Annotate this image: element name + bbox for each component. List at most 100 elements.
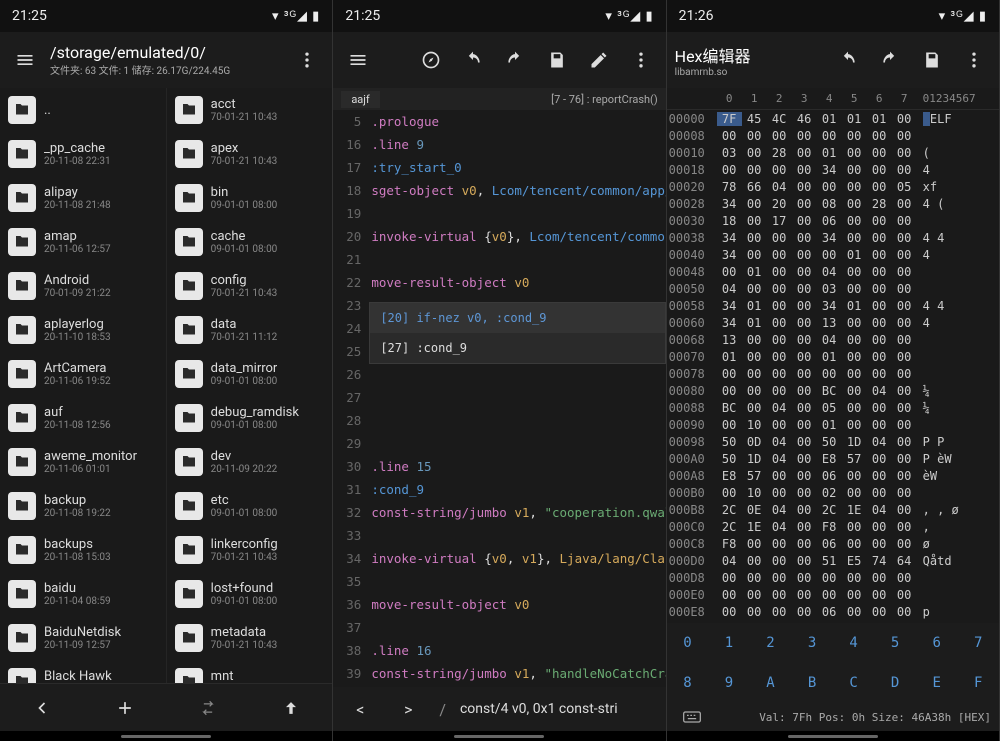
file-row[interactable]: data70-01-21 11:12 — [167, 308, 333, 352]
hex-cell[interactable]: BC — [817, 384, 842, 398]
hex-key[interactable]: 0 — [667, 623, 709, 663]
hex-cell[interactable]: 00 — [792, 248, 817, 262]
hex-cell[interactable]: 06 — [817, 605, 842, 619]
hex-cell[interactable]: 00 — [717, 571, 742, 585]
hex-cell[interactable]: 00 — [842, 282, 867, 296]
hex-key[interactable]: 7 — [957, 623, 999, 663]
hex-grid[interactable]: 000007F454C4601010100 ELF000080000000000… — [667, 110, 999, 623]
hex-cell[interactable]: 20 — [767, 197, 792, 211]
edit-icon[interactable] — [582, 43, 616, 77]
hex-cell[interactable]: 34 — [717, 248, 742, 262]
hex-cell[interactable]: E8 — [817, 452, 842, 466]
hex-row[interactable]: 000500400000003000000 — [667, 280, 999, 297]
hex-cell[interactable]: 00 — [842, 265, 867, 279]
hex-cell[interactable]: 00 — [867, 214, 892, 228]
hex-cell[interactable]: 18 — [717, 214, 742, 228]
hex-cell[interactable]: 34 — [717, 231, 742, 245]
file-row[interactable]: apex70-01-21 10:43 — [167, 132, 333, 176]
hex-cell[interactable]: 00 — [892, 503, 917, 517]
file-row[interactable]: backup20-11-08 19:22 — [0, 484, 166, 528]
hex-cell[interactable]: 00 — [792, 435, 817, 449]
hex-cell[interactable]: 00 — [792, 214, 817, 228]
file-row[interactable]: Android70-01-09 21:22 — [0, 264, 166, 308]
file-row[interactable]: config70-01-21 10:43 — [167, 264, 333, 308]
hex-cell[interactable]: 01 — [742, 299, 767, 313]
keyboard-icon[interactable] — [675, 700, 709, 731]
hex-cell[interactable]: 34 — [717, 197, 742, 211]
hex-cell[interactable]: 00 — [742, 333, 767, 347]
hex-cell[interactable]: 00 — [742, 282, 767, 296]
hex-cell[interactable]: 00 — [842, 316, 867, 330]
file-row[interactable]: dev20-11-09 20:22 — [167, 440, 333, 484]
hex-cell[interactable]: 00 — [792, 554, 817, 568]
hex-cell[interactable]: 04 — [767, 520, 792, 534]
hex-cell[interactable]: 50 — [717, 435, 742, 449]
hex-cell[interactable]: 00 — [717, 418, 742, 432]
hex-cell[interactable]: 00 — [792, 418, 817, 432]
hex-cell[interactable]: 45 — [742, 112, 767, 126]
hex-cell[interactable]: 00 — [792, 401, 817, 415]
hex-cell[interactable]: 00 — [867, 231, 892, 245]
hex-cell[interactable]: 00 — [767, 248, 792, 262]
hex-cell[interactable]: 04 — [767, 180, 792, 194]
hex-cell[interactable]: 04 — [767, 435, 792, 449]
hex-row[interactable]: 000A0501D0400E8570000P èW — [667, 450, 999, 467]
hex-cell[interactable]: 0D — [742, 435, 767, 449]
hex-cell[interactable]: 00 — [842, 231, 867, 245]
hex-row[interactable]: 000B00010000002000000 — [667, 484, 999, 501]
hex-cell[interactable]: 00 — [792, 163, 817, 177]
hex-cell[interactable]: 50 — [717, 452, 742, 466]
hex-cell[interactable]: 06 — [817, 469, 842, 483]
save-icon[interactable] — [540, 43, 574, 77]
swap-button[interactable] — [191, 691, 225, 725]
nav-bar[interactable] — [667, 731, 999, 741]
hex-cell[interactable]: 00 — [892, 469, 917, 483]
more-icon[interactable] — [624, 43, 658, 77]
hex-cell[interactable]: 00 — [867, 605, 892, 619]
hex-cell[interactable]: 00 — [892, 265, 917, 279]
hex-cell[interactable]: 00 — [892, 605, 917, 619]
hex-cell[interactable]: 17 — [767, 214, 792, 228]
hex-cell[interactable]: 00 — [842, 418, 867, 432]
hex-cell[interactable]: 01 — [817, 146, 842, 160]
hex-cell[interactable]: 13 — [817, 316, 842, 330]
hex-cell[interactable]: 00 — [767, 367, 792, 381]
hex-cell[interactable]: 00 — [717, 486, 742, 500]
hex-cell[interactable]: 00 — [767, 163, 792, 177]
file-row[interactable]: ArtCamera20-11-06 19:52 — [0, 352, 166, 396]
tab-name[interactable]: aajf — [341, 91, 379, 108]
hex-row[interactable]: 000681300000004000000 — [667, 331, 999, 348]
up-button[interactable] — [274, 691, 308, 725]
hex-cell[interactable]: 00 — [717, 384, 742, 398]
hex-cell[interactable]: 64 — [892, 554, 917, 568]
hex-cell[interactable]: 00 — [867, 486, 892, 500]
hex-cell[interactable]: 00 — [792, 588, 817, 602]
hex-key[interactable]: 1 — [708, 623, 750, 663]
hex-cell[interactable]: 00 — [742, 571, 767, 585]
hex-cell[interactable]: 00 — [842, 350, 867, 364]
hex-cell[interactable]: 00 — [742, 554, 767, 568]
hex-cell[interactable]: 03 — [717, 146, 742, 160]
hex-cell[interactable]: 00 — [767, 333, 792, 347]
hex-cell[interactable]: 01 — [742, 316, 767, 330]
hex-row[interactable]: 000900010000001000000 — [667, 416, 999, 433]
hex-cell[interactable]: 04 — [767, 401, 792, 415]
hex-cell[interactable]: 00 — [867, 333, 892, 347]
hex-cell[interactable]: 01 — [817, 350, 842, 364]
hex-row[interactable]: 000700100000001000000 — [667, 348, 999, 365]
hex-cell[interactable]: 04 — [767, 452, 792, 466]
hex-row[interactable]: 000E80000000006000000 p — [667, 603, 999, 620]
hex-cell[interactable]: 00 — [867, 265, 892, 279]
file-row[interactable]: backups20-11-08 15:03 — [0, 528, 166, 572]
hex-cell[interactable]: 00 — [842, 520, 867, 534]
next-button[interactable]: > — [391, 692, 425, 726]
more-icon[interactable] — [290, 43, 324, 77]
hex-cell[interactable]: 00 — [792, 316, 817, 330]
hex-row[interactable]: 00098500D0400501D0400P P — [667, 433, 999, 450]
file-row[interactable]: .. — [0, 88, 166, 132]
hex-cell[interactable]: 00 — [892, 316, 917, 330]
nav-bar[interactable] — [0, 731, 332, 741]
hex-cell[interactable]: 00 — [892, 452, 917, 466]
hex-cell[interactable]: 05 — [817, 401, 842, 415]
hex-cell[interactable]: 00 — [817, 180, 842, 194]
